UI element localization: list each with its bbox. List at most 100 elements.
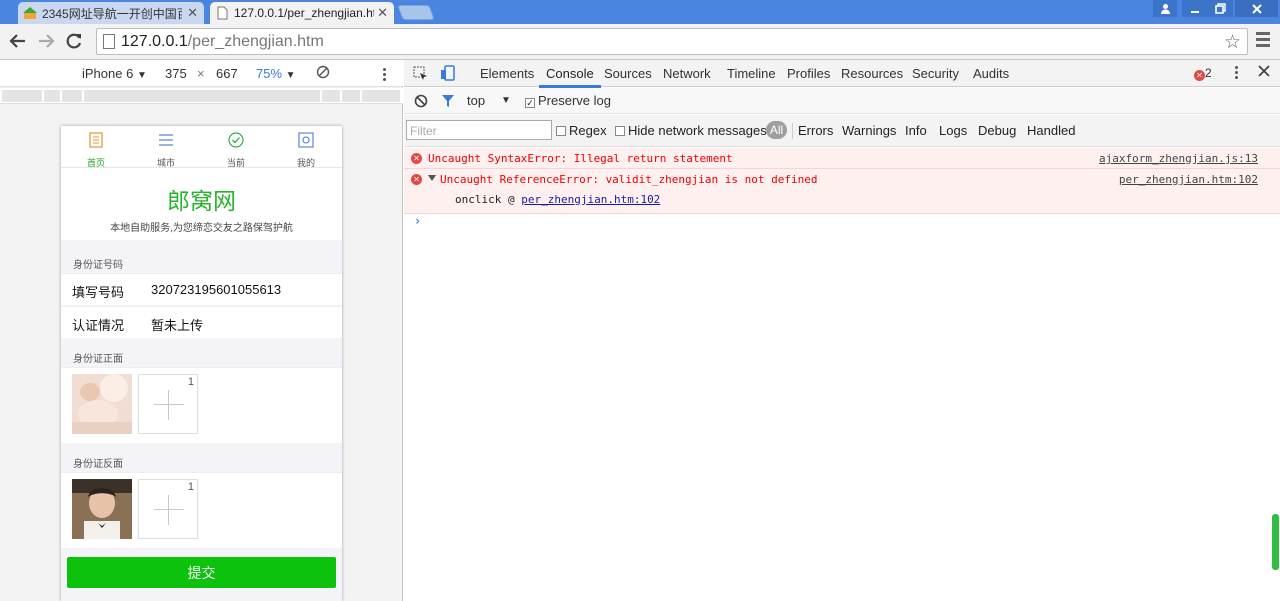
forward-arrow-icon[interactable] (36, 32, 56, 52)
back-arrow-icon[interactable] (8, 32, 28, 52)
devtools-menu-icon[interactable] (1235, 66, 1239, 81)
square-circle-icon (298, 132, 314, 148)
dimension-times: × (197, 66, 205, 81)
error-icon: ✕ (411, 174, 422, 185)
console-toolbar: top ▼ ✓ Preserve log (404, 88, 1280, 114)
address-url: 127.0.0.1/per_zhengjian.htm (121, 33, 324, 50)
level-logs[interactable]: Logs (939, 123, 967, 138)
context-select[interactable]: top (467, 93, 485, 108)
error-count-badge[interactable]: ✕ 2 (1194, 66, 1212, 81)
brand-slogan: 本地自助服务,为您缔恋交友之路保驾护航 (110, 223, 293, 234)
user-profile-icon[interactable] (1153, 0, 1177, 17)
new-tab-button[interactable] (397, 5, 435, 20)
regex-checkbox[interactable]: Regex (556, 123, 607, 138)
add-photo-button[interactable]: 1 (138, 479, 198, 539)
level-errors[interactable]: Errors (798, 123, 833, 138)
chrome-menu-icon[interactable] (1256, 32, 1270, 48)
error-source-link[interactable]: per_zhengjian.htm:102 (1119, 173, 1258, 186)
hide-network-checkbox[interactable]: Hide network messages (615, 123, 767, 138)
device-mode-icon[interactable] (440, 65, 456, 84)
minimize-icon[interactable] (1182, 0, 1208, 17)
window-titlebar: 2345网址导航一开创中国百 ✕ 127.0.0.1/per_zhengjian… (0, 0, 1280, 24)
rotate-icon[interactable] (316, 65, 330, 82)
submit-button[interactable]: 提交 (67, 557, 336, 588)
emulation-toolbar: iPhone 6 ▼ 375 × 667 75% ▼ (0, 60, 403, 87)
tab-elements[interactable]: Elements (480, 66, 534, 81)
restore-icon[interactable] (1208, 0, 1233, 17)
media-query-ruler[interactable] (0, 88, 403, 104)
section-id-number: 身份证号码 (73, 260, 123, 271)
filter-funnel-icon[interactable] (441, 94, 455, 111)
list-icon (159, 134, 173, 146)
id-back-photo[interactable] (72, 479, 132, 539)
console-prompt[interactable]: › (414, 214, 421, 228)
tab-close-icon[interactable]: ✕ (377, 5, 388, 21)
id-number-row[interactable]: 填写号码 320723195601055613 (61, 273, 342, 305)
tab-audits[interactable]: Audits (973, 66, 1009, 81)
verify-status-value: 暂未上传 (151, 318, 204, 333)
stack-source-link[interactable]: per_zhengjian.htm:102 (521, 193, 660, 206)
console-messages: ✕ Uncaught SyntaxError: Illegal return s… (404, 148, 1280, 214)
tab-security[interactable]: Security (912, 66, 959, 81)
expand-triangle-icon[interactable] (428, 175, 436, 181)
chevron-down-icon: ▼ (136, 70, 147, 81)
level-warnings[interactable]: Warnings (842, 123, 896, 138)
filter-input[interactable]: Filter (406, 120, 552, 140)
tab-title: 2345网址导航一开创中国百 (42, 6, 182, 21)
clear-console-icon[interactable] (414, 94, 428, 111)
device-select[interactable]: iPhone 6 ▼ (82, 66, 147, 81)
id-front-upload-row: 1 (61, 367, 342, 443)
console-error-message: ✕ Uncaught SyntaxError: Illegal return s… (404, 148, 1280, 169)
address-bar[interactable]: 127.0.0.1/per_zhengjian.htm ☆ (96, 28, 1248, 55)
level-debug[interactable]: Debug (978, 123, 1016, 138)
id-back-upload-row: 1 (61, 472, 342, 548)
error-source-link[interactable]: ajaxform_zhengjian.js:13 (1099, 152, 1258, 165)
scrollbar-thumb[interactable] (1272, 514, 1279, 570)
chevron-down-icon[interactable]: ▼ (501, 95, 511, 106)
stack-trace: onclick @ per_zhengjian.htm:102 (455, 193, 661, 206)
device-emulation-pane: iPhone 6 ▼ 375 × 667 75% ▼ 首页 城市 当前 我的 郎… (0, 60, 403, 601)
reload-icon[interactable] (64, 32, 84, 52)
error-text: Uncaught SyntaxError: Illegal return sta… (428, 152, 733, 165)
upload-count: 1 (187, 481, 194, 493)
close-window-icon[interactable] (1235, 0, 1278, 17)
level-info[interactable]: Info (905, 123, 927, 138)
tab-console[interactable]: Console (539, 66, 601, 88)
zoom-select[interactable]: 75% ▼ (256, 66, 296, 81)
row-key: 认证情况 (72, 318, 125, 333)
id-front-photo[interactable] (72, 374, 132, 434)
row-key: 填写号码 (72, 285, 125, 300)
tab-resources[interactable]: Resources (841, 66, 903, 81)
tab-timeline[interactable]: Timeline (727, 66, 776, 81)
error-icon: ✕ (1194, 70, 1205, 81)
mobile-viewport: 首页 城市 当前 我的 郎窝网 本地自助服务,为您缔恋交友之路保驾护航 身份证号… (61, 126, 342, 601)
section-id-front: 身份证正面 (73, 354, 123, 365)
add-photo-button[interactable]: 1 (138, 374, 198, 434)
chevron-down-icon: ▼ (285, 70, 296, 81)
console-error-message: ✕ Uncaught ReferenceError: validit_zheng… (404, 169, 1280, 214)
tab-network[interactable]: Network (663, 66, 711, 81)
page-icon (103, 34, 115, 49)
error-text: Uncaught ReferenceError: validit_zhengji… (440, 173, 818, 186)
section-id-back: 身份证反面 (73, 459, 123, 470)
browser-tab-per-zhengjian[interactable]: 127.0.0.1/per_zhengjian.htm ✕ (210, 2, 394, 24)
mobile-nav-bar: 首页 城市 当前 我的 (61, 126, 342, 168)
device-width-input[interactable]: 375 (165, 66, 187, 81)
browser-tab-2345[interactable]: 2345网址导航一开创中国百 ✕ (18, 2, 204, 24)
level-handled[interactable]: Handled (1027, 123, 1075, 138)
document-icon (89, 132, 103, 148)
tab-title: 127.0.0.1/per_zhengjian.htm (234, 6, 374, 20)
emulation-menu-icon[interactable] (383, 68, 387, 83)
tab-close-icon[interactable]: ✕ (187, 5, 198, 21)
tab-profiles[interactable]: Profiles (787, 66, 830, 81)
device-height-input[interactable]: 667 (216, 66, 238, 81)
close-devtools-icon[interactable] (1258, 65, 1270, 80)
page-header: 郎窝网 本地自助服务,为您缔恋交友之路保驾护航 (61, 168, 342, 240)
devtools-panel: Elements Console Sources Network Timelin… (404, 60, 1280, 601)
plus-icon (154, 404, 184, 405)
preserve-log-checkbox[interactable]: ✓ Preserve log (525, 93, 611, 108)
bookmark-star-icon[interactable]: ☆ (1224, 31, 1241, 54)
level-all[interactable]: All (766, 121, 787, 139)
inspect-element-icon[interactable] (413, 66, 428, 84)
tab-sources[interactable]: Sources (604, 66, 652, 81)
